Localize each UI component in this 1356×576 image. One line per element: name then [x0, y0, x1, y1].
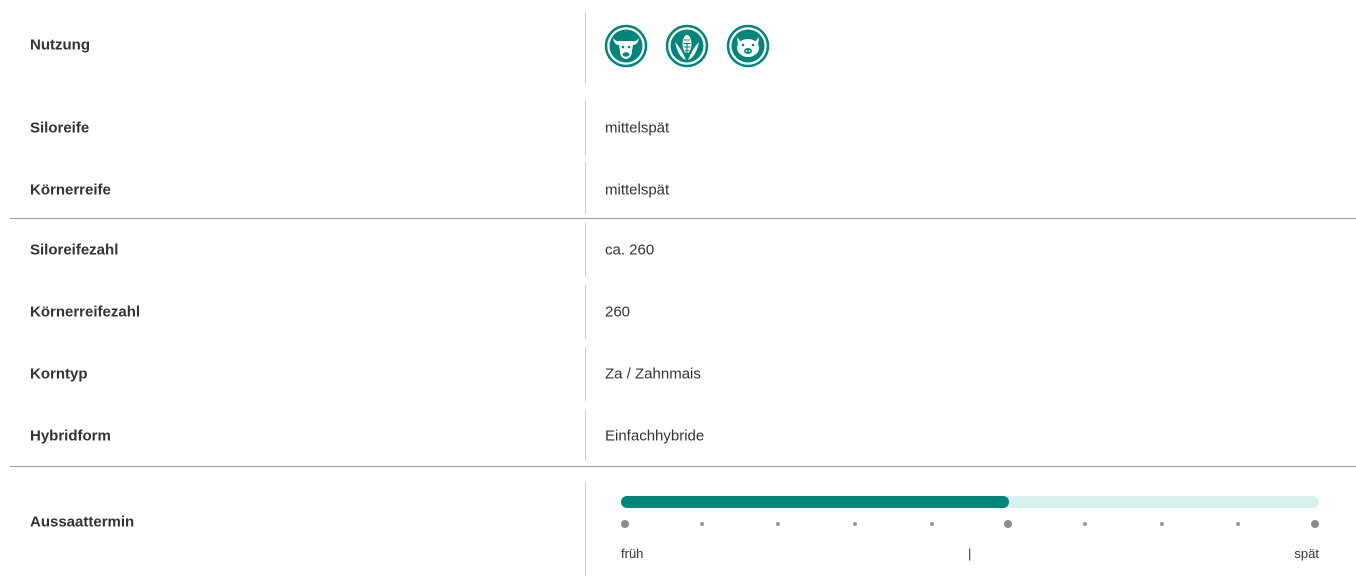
row-label: Hybridform	[30, 427, 111, 445]
aussaat-progress-fill	[621, 496, 1010, 508]
scale-minor-tick	[1236, 522, 1241, 526]
scale-minor-tick	[853, 522, 857, 526]
row-label: Korntyp	[30, 365, 88, 383]
row-korntyp: Korntyp Za / Zahnmais	[0, 343, 1356, 405]
row-label: Nutzung	[30, 36, 90, 54]
scale-minor-tick	[1159, 522, 1164, 526]
pig-icon	[726, 24, 770, 68]
scale-major-tick	[1311, 520, 1319, 528]
row-value: mittelspät	[605, 119, 670, 137]
row-label: Körnerreifezahl	[30, 303, 141, 321]
scale-minor-tick	[1083, 522, 1087, 526]
divider	[585, 285, 586, 339]
scale-start-label: früh	[621, 546, 644, 561]
row-label: Körnerreife	[30, 181, 111, 199]
aussaat-progress-bar	[621, 496, 1319, 508]
row-siloreifezahl: Siloreifezahl ca. 260	[0, 219, 1356, 281]
row-label: Siloreife	[30, 119, 90, 137]
divider	[585, 12, 586, 84]
usage-icons	[604, 24, 770, 68]
divider	[585, 100, 586, 156]
row-value: 260	[605, 303, 631, 321]
row-label: Aussaattermin	[30, 513, 135, 530]
row-hybridform: Hybridform Einfachhybride	[0, 405, 1356, 467]
divider	[585, 162, 586, 214]
row-value: mittelspät	[605, 181, 670, 199]
row-nutzung: Nutzung	[0, 0, 1356, 90]
aussaat-scale-ticks	[621, 519, 1319, 529]
row-value: Einfachhybride	[605, 427, 705, 445]
row-value: ca. 260	[605, 241, 655, 259]
row-value: Za / Zahnmais	[605, 365, 701, 383]
row-koernerreifezahl: Körnerreifezahl 260	[0, 281, 1356, 343]
scale-minor-tick	[699, 522, 704, 526]
divider	[585, 409, 586, 461]
divider	[585, 223, 586, 277]
cow-icon	[604, 24, 648, 68]
row-koernerreife: Körnerreife mittelspät	[0, 159, 1356, 221]
row-siloreife: Siloreife mittelspät	[0, 97, 1356, 159]
scale-mid-label: |	[968, 546, 972, 561]
divider	[585, 481, 586, 576]
row-label: Siloreifezahl	[30, 241, 119, 259]
divider	[585, 347, 586, 401]
scale-minor-tick	[776, 522, 781, 526]
scale-end-label: spät	[1294, 546, 1319, 561]
corn-icon	[665, 24, 709, 68]
scale-major-tick	[1004, 520, 1013, 528]
scale-minor-tick	[929, 522, 934, 526]
scale-major-tick	[621, 520, 629, 528]
